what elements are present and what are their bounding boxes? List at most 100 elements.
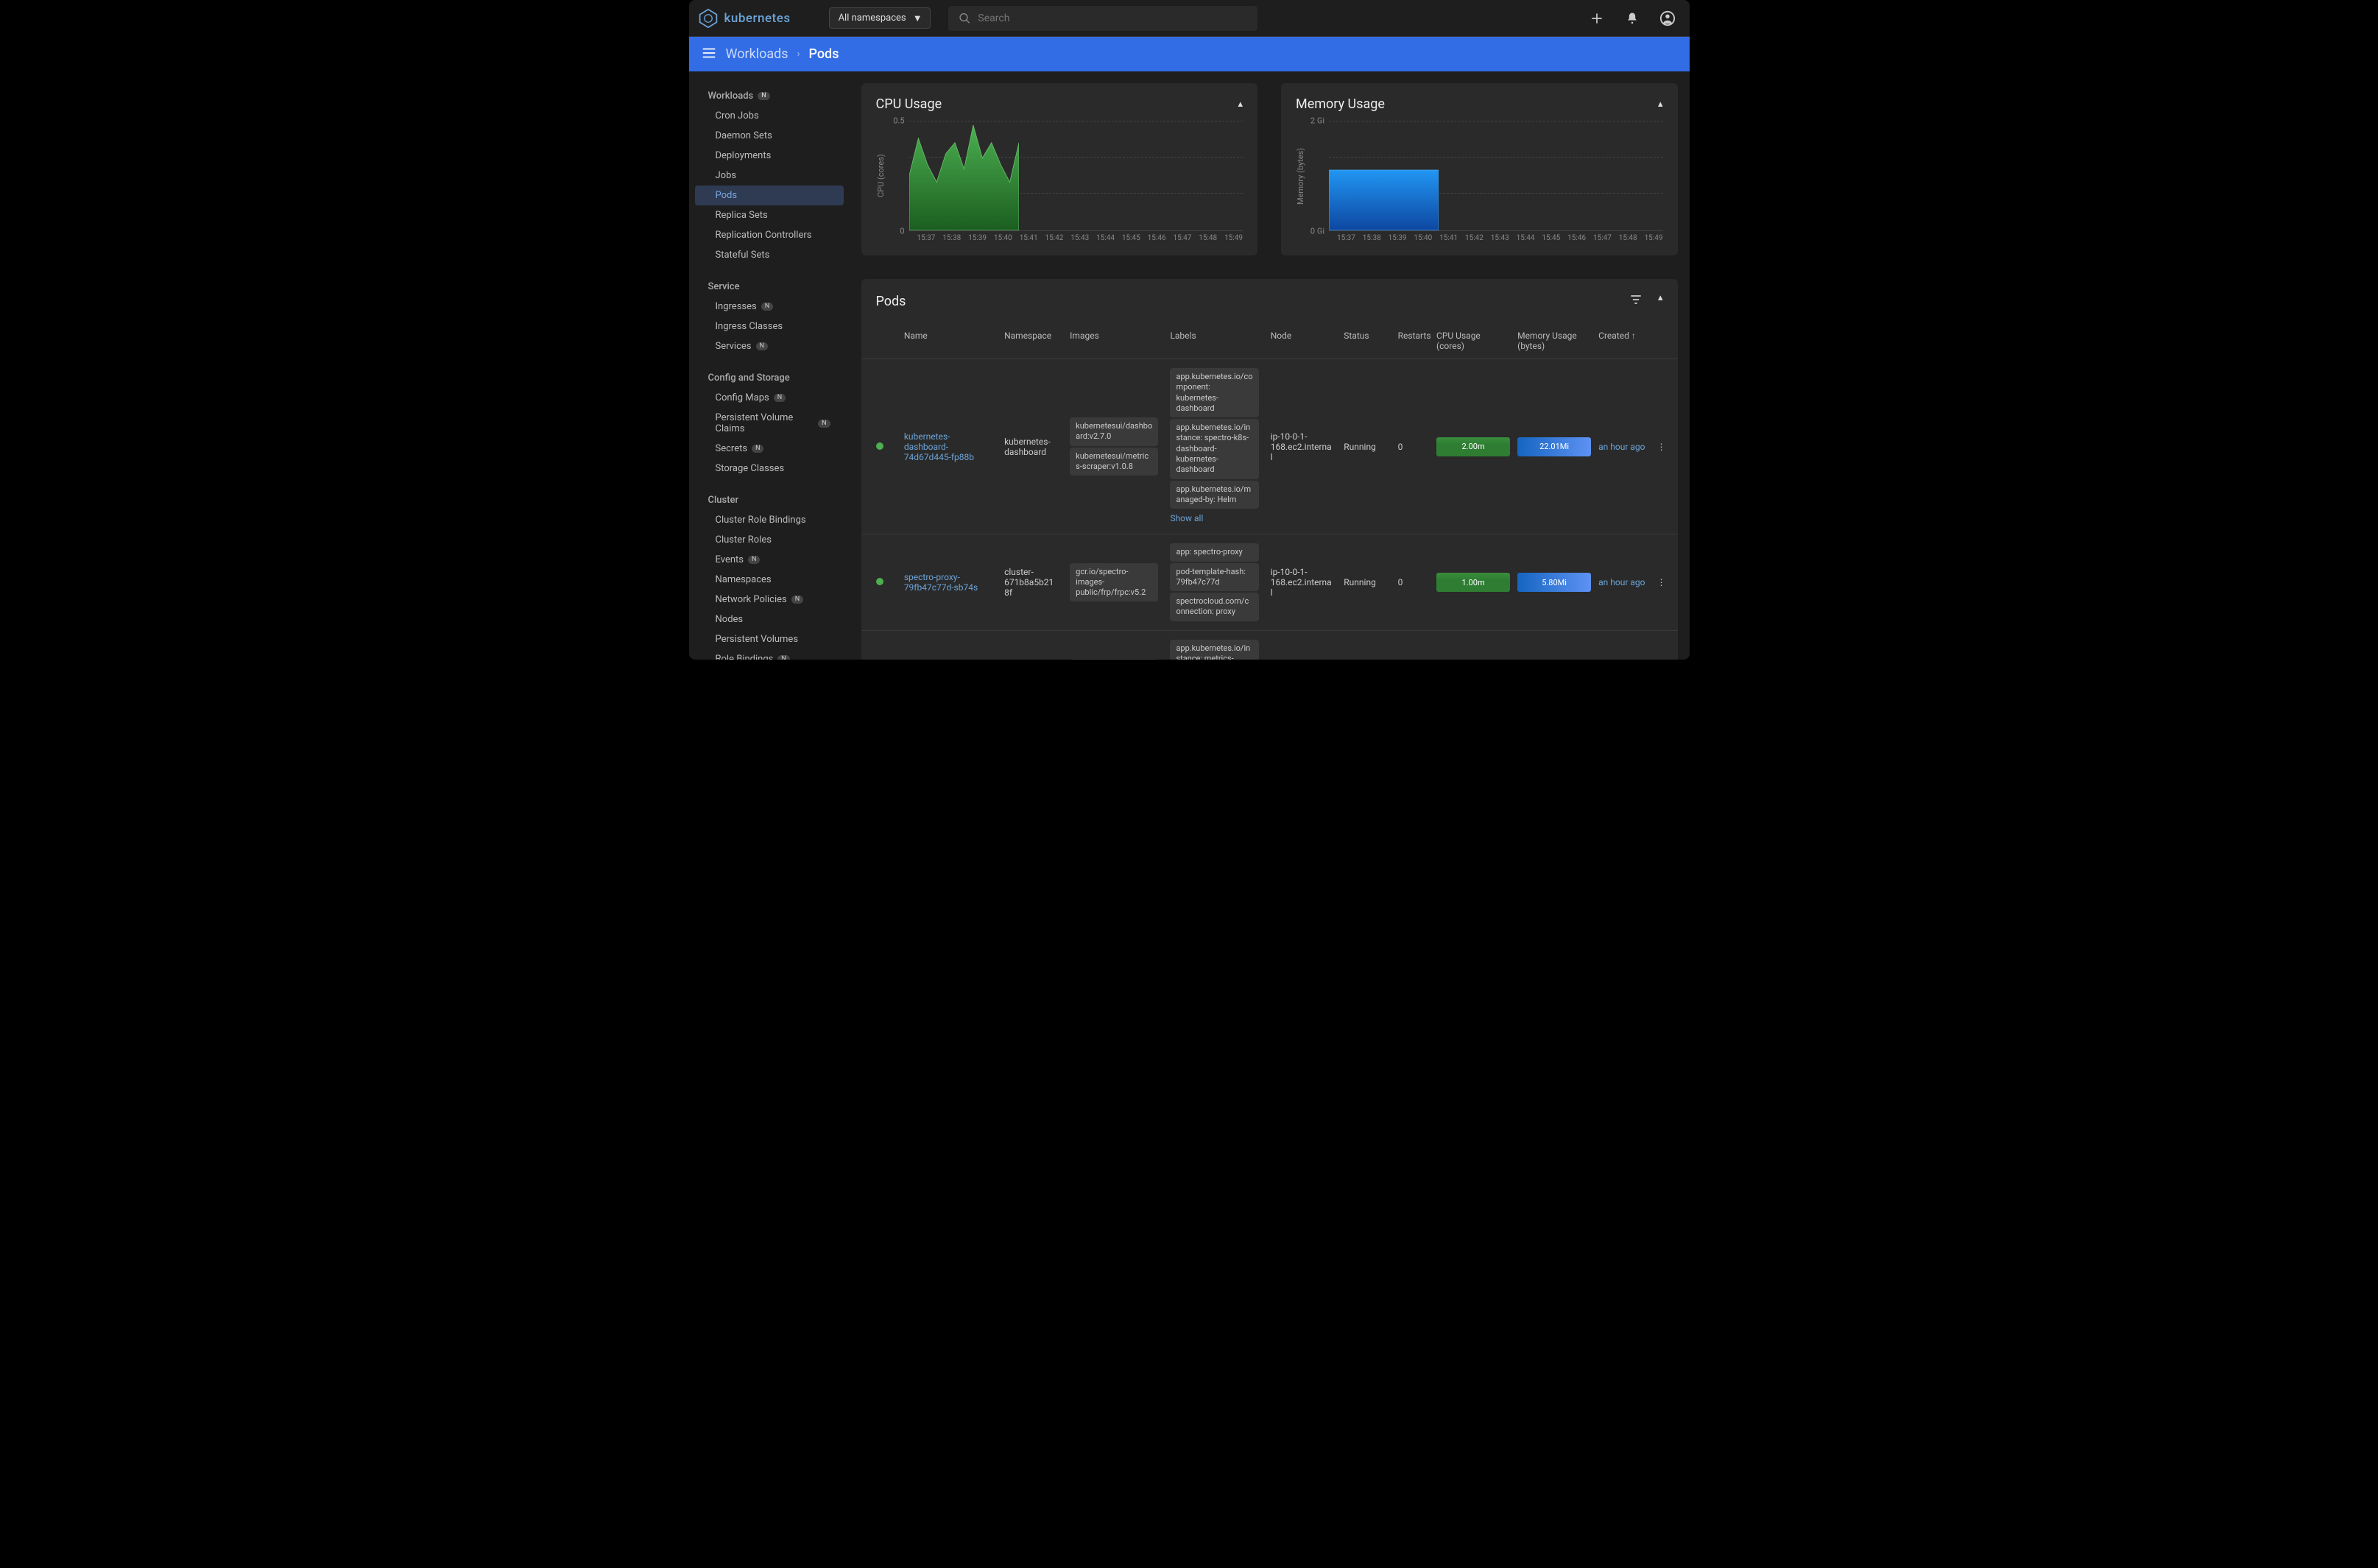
account-icon [1659, 10, 1676, 27]
x-tick: 15:39 [968, 234, 987, 242]
sidebar-group: Cluster [695, 490, 844, 510]
row-menu[interactable]: ⋮ [1653, 442, 1670, 452]
column-header[interactable] [861, 323, 898, 359]
breadcrumb-bar: Workloads › Pods [689, 37, 1690, 71]
sidebar-item-deployments[interactable]: Deployments [695, 146, 844, 166]
column-header[interactable]: Node [1265, 323, 1338, 359]
sidebar-item-namespaces[interactable]: Namespaces [695, 570, 844, 590]
menu-toggle[interactable] [701, 45, 717, 64]
mem-y-label: Memory (bytes) [1296, 121, 1305, 231]
x-tick: 15:49 [1645, 234, 1663, 242]
sidebar-item-persistent-volume-claims[interactable]: Persistent Volume Claims N [695, 408, 844, 439]
column-header[interactable]: Restarts [1392, 323, 1430, 359]
collapse-button[interactable]: ▴ [1658, 99, 1663, 110]
image-chip: gcr.io/spectro-images-public/frp/frpc:v5… [1070, 563, 1158, 602]
search-box[interactable] [948, 6, 1257, 31]
sidebar-item-cron-jobs[interactable]: Cron Jobs [695, 106, 844, 126]
sidebar-item-secrets[interactable]: Secrets N [695, 439, 844, 459]
sidebar-item-storage-classes[interactable]: Storage Classes [695, 459, 844, 478]
sidebar-item-cluster-role-bindings[interactable]: Cluster Role Bindings [695, 510, 844, 530]
filter-button[interactable] [1629, 292, 1643, 310]
sidebar-item-daemon-sets[interactable]: Daemon Sets [695, 126, 844, 146]
mem-sparkline: 5.80Mi [1517, 573, 1591, 592]
sidebar-item-role-bindings[interactable]: Role Bindings N [695, 649, 844, 660]
node-cell: ip-10-0-1-168.ec2.internal [1265, 534, 1338, 630]
column-header[interactable]: Created ↑ [1592, 323, 1677, 359]
x-tick: 15:43 [1070, 234, 1089, 242]
chevron-down-icon: ▼ [913, 13, 922, 24]
notifications-button[interactable] [1619, 11, 1645, 26]
plus-icon [1590, 11, 1604, 26]
sidebar-item-services[interactable]: Services N [695, 336, 844, 356]
created-link[interactable]: an hour ago [1598, 442, 1645, 452]
sidebar-group: Service [695, 277, 844, 297]
sidebar-item-stateful-sets[interactable]: Stateful Sets [695, 245, 844, 265]
column-header[interactable]: Images [1064, 323, 1164, 359]
x-tick: 15:43 [1491, 234, 1509, 242]
x-tick: 15:41 [1439, 234, 1458, 242]
column-header[interactable]: Status [1338, 323, 1391, 359]
status-dot [876, 578, 883, 585]
image-chip: kubernetesui/metrics-scraper:v1.0.8 [1070, 448, 1158, 476]
cpu-sparkline: 1.00m [1436, 573, 1510, 592]
sidebar-item-network-policies[interactable]: Network Policies N [695, 590, 844, 610]
sidebar-group: Workloads N [695, 86, 844, 106]
status-cell: Running [1338, 534, 1391, 630]
search-input[interactable] [978, 13, 1246, 24]
sidebar-item-replication-controllers[interactable]: Replication Controllers [695, 225, 844, 245]
cpu-usage-card: CPU Usage ▴ CPU (cores) 0.5 0 [861, 83, 1258, 255]
show-all-link[interactable]: Show all [1170, 510, 1258, 526]
logo[interactable]: kubernetes [698, 8, 791, 29]
pods-table-card: Pods ▴ NameNamespaceImagesLabelsNodeStat… [861, 279, 1678, 660]
create-button[interactable] [1584, 11, 1610, 26]
row-menu[interactable]: ⋮ [1653, 577, 1670, 587]
label-chip: app.kubernetes.io/instance: metrics-serv… [1170, 640, 1258, 660]
x-tick: 15:40 [1414, 234, 1432, 242]
sidebar-item-nodes[interactable]: Nodes [695, 610, 844, 629]
x-tick: 15:39 [1389, 234, 1407, 242]
x-tick: 15:38 [942, 234, 961, 242]
breadcrumb-parent[interactable]: Workloads [726, 46, 788, 62]
column-header[interactable]: Labels [1164, 323, 1264, 359]
sidebar-item-persistent-volumes[interactable]: Persistent Volumes [695, 629, 844, 649]
table-row: kubernetes-dashboard-74d67d445-fp88b kub… [861, 359, 1678, 534]
sidebar-item-cluster-roles[interactable]: Cluster Roles [695, 530, 844, 550]
sidebar-item-ingress-classes[interactable]: Ingress Classes [695, 317, 844, 336]
node-cell: ip-10-0-1-168.ec2.internal [1265, 359, 1338, 534]
collapse-button[interactable]: ▴ [1658, 292, 1663, 310]
x-tick: 15:38 [1363, 234, 1381, 242]
sidebar-item-events[interactable]: Events N [695, 550, 844, 570]
sidebar-item-pods[interactable]: Pods [695, 186, 844, 205]
sidebar-item-ingresses[interactable]: Ingresses N [695, 297, 844, 317]
label-chip: app.kubernetes.io/instance: spectro-k8s-… [1170, 419, 1258, 478]
column-header[interactable]: Name [898, 323, 998, 359]
collapse-button[interactable]: ▴ [1238, 99, 1243, 110]
pod-name-link[interactable]: kubernetes-dashboard-74d67d445-fp88b [904, 431, 974, 462]
sidebar-item-jobs[interactable]: Jobs [695, 166, 844, 186]
image-chip: kubernetesui/dashboard:v2.7.0 [1070, 417, 1158, 446]
created-link[interactable]: an hour ago [1598, 577, 1645, 587]
column-header[interactable]: CPU Usage (cores) [1430, 323, 1511, 359]
label-chip: spectrocloud.com/connection: proxy [1170, 593, 1258, 621]
memory-usage-card: Memory Usage ▴ Memory (bytes) 2 Gi 0 Gi [1281, 83, 1678, 255]
column-header[interactable]: Memory Usage (bytes) [1511, 323, 1592, 359]
x-tick: 15:47 [1593, 234, 1612, 242]
mem-chart [1329, 121, 1439, 230]
kubernetes-icon [698, 8, 719, 29]
sidebar-item-config-maps[interactable]: Config Maps N [695, 388, 844, 408]
pod-name-link[interactable]: spectro-proxy-79fb47c77d-sb74s [904, 572, 978, 593]
column-header[interactable]: Namespace [998, 323, 1064, 359]
table-row: metrics-server-69d6887556-tdwdd cluster-… [861, 630, 1678, 660]
sidebar-item-replica-sets[interactable]: Replica Sets [695, 205, 844, 225]
namespace-cell: kubernetes-dashboard [998, 359, 1064, 534]
hamburger-icon [701, 45, 717, 61]
sidebar-group: Config and Storage [695, 368, 844, 388]
cpu-y-label: CPU (cores) [876, 121, 886, 231]
restarts-cell: 0 [1392, 534, 1430, 630]
x-tick: 15:37 [917, 234, 936, 242]
y-tick: 0.5 [893, 116, 904, 126]
namespace-selector[interactable]: All namespaces ▼ [829, 7, 931, 29]
account-button[interactable] [1654, 10, 1681, 27]
main-content: CPU Usage ▴ CPU (cores) 0.5 0 [850, 71, 1690, 660]
node-cell: ip-10-0-1-253.ec2.internal [1265, 630, 1338, 660]
